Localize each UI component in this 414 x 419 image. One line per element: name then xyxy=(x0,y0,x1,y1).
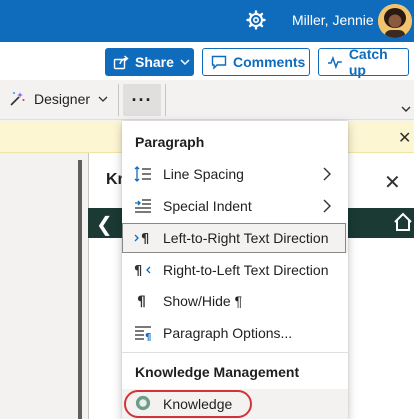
user-name[interactable]: Miller, Jennie xyxy=(292,12,374,28)
paragraph-options-icon: ¶ xyxy=(135,326,151,341)
catch-up-button[interactable]: Catch up xyxy=(318,46,409,78)
svg-text:¶: ¶ xyxy=(145,332,151,341)
share-icon xyxy=(113,55,129,70)
menu-separator xyxy=(122,352,348,353)
more-options-button[interactable]: ··· xyxy=(123,84,161,116)
share-label: Share xyxy=(135,54,174,70)
menu-item-special-indent[interactable]: Special Indent xyxy=(122,191,348,221)
ribbon-divider xyxy=(118,84,119,116)
comments-button[interactable]: Comments xyxy=(202,48,310,76)
highlight-ring xyxy=(124,390,252,418)
special-indent-icon xyxy=(135,199,151,213)
menu-item-label: Show/Hide ¶ xyxy=(163,293,243,309)
rtl-direction-icon: ¶ xyxy=(134,264,151,278)
svg-text:¶: ¶ xyxy=(134,264,142,278)
menu-header-paragraph: Paragraph xyxy=(135,134,205,150)
menu-item-line-spacing[interactable]: Line Spacing xyxy=(122,159,348,189)
ribbon-expand-chevron-icon[interactable] xyxy=(400,103,412,115)
chevron-right-icon xyxy=(323,199,331,213)
designer-wand-icon xyxy=(10,92,25,106)
line-spacing-icon xyxy=(134,166,151,182)
menu-item-label: Special Indent xyxy=(163,198,252,214)
catch-up-icon xyxy=(327,55,342,70)
designer-label: Designer xyxy=(34,91,91,107)
designer-button[interactable]: Designer xyxy=(8,90,108,108)
gear-icon[interactable] xyxy=(246,10,266,30)
svg-text:¶: ¶ xyxy=(137,294,146,309)
menu-header-knowledge: Knowledge Management xyxy=(135,364,300,380)
chevron-down-icon xyxy=(180,59,190,66)
home-icon[interactable] xyxy=(392,211,414,233)
chevron-right-icon xyxy=(323,167,331,181)
menu-item-label: Paragraph Options... xyxy=(163,325,293,341)
close-icon[interactable]: ✕ xyxy=(398,128,411,148)
chevron-down-icon xyxy=(98,96,108,102)
share-button[interactable]: Share xyxy=(105,48,194,76)
pilcrow-icon: ¶ xyxy=(137,294,146,309)
document-edge xyxy=(78,160,82,419)
menu-item-rtl-direction[interactable]: ¶ Right-to-Left Text Direction xyxy=(122,255,348,285)
menu-item-show-hide[interactable]: ¶ Show/Hide ¶ xyxy=(122,286,348,316)
ribbon-divider xyxy=(165,84,166,116)
catch-up-label: Catch up xyxy=(348,46,388,78)
avatar[interactable] xyxy=(378,4,412,38)
menu-item-label: Left-to-Right Text Direction xyxy=(163,230,329,246)
menu-item-label: Line Spacing xyxy=(163,166,244,182)
back-arrow-icon[interactable]: ❮ xyxy=(96,212,113,237)
menu-item-ltr-direction[interactable]: ¶ Left-to-Right Text Direction xyxy=(122,223,348,253)
menu-item-paragraph-options[interactable]: ¶ Paragraph Options... xyxy=(122,318,348,348)
menu-item-label: Right-to-Left Text Direction xyxy=(163,262,329,278)
comments-label: Comments xyxy=(233,54,306,70)
svg-text:¶: ¶ xyxy=(141,232,149,246)
ltr-direction-icon: ¶ xyxy=(134,232,149,246)
close-icon[interactable]: ✕ xyxy=(384,170,401,195)
comment-icon xyxy=(211,55,227,70)
